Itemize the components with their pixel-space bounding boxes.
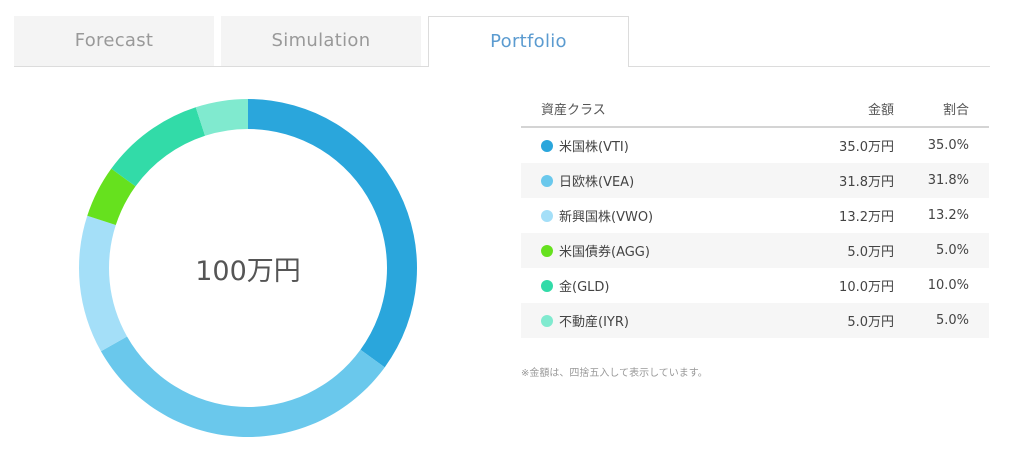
row-name-cell: 日欧株(VEA) [521,163,791,198]
tab-simulation[interactable]: Simulation [221,16,421,66]
tab-bar: Forecast Simulation Portfolio [14,16,990,67]
allocation-table: 資産クラス 金額 割合 米国株(VTI) 35.0万円 35.0% 日欧株(VE… [521,90,989,338]
row-name-cell: 米国債券(AGG) [521,233,791,268]
asset-ratio: 35.0% [894,127,989,163]
asset-name: 不動産(IYR) [559,315,629,330]
table-row: 日欧株(VEA) 31.8万円 31.8% [521,163,989,198]
asset-amount: 31.8万円 [791,163,894,198]
asset-name: 米国株(VTI) [559,140,629,155]
table-row: 金(GLD) 10.0万円 10.0% [521,268,989,303]
asset-amount: 10.0万円 [791,268,894,303]
asset-amount: 5.0万円 [791,233,894,268]
asset-ratio: 5.0% [894,233,989,268]
legend-dot-icon [541,245,553,257]
asset-ratio: 13.2% [894,198,989,233]
asset-amount: 5.0万円 [791,303,894,338]
donut-slice [79,215,128,352]
asset-amount: 13.2万円 [791,198,894,233]
allocation-donut-chart [79,99,417,437]
header-amount: 金額 [791,90,894,128]
table-header-row: 資産クラス 金額 割合 [521,90,989,128]
donut-slice [111,107,206,187]
asset-ratio: 10.0% [894,268,989,303]
asset-name: 新興国株(VWO) [559,210,654,225]
asset-amount: 35.0万円 [791,127,894,163]
table-row: 新興国株(VWO) 13.2万円 13.2% [521,198,989,233]
table-row: 米国株(VTI) 35.0万円 35.0% [521,127,989,163]
row-name-cell: 新興国株(VWO) [521,198,791,233]
row-name-cell: 金(GLD) [521,268,791,303]
donut-slice [248,99,417,368]
asset-name: 米国債券(AGG) [559,245,650,260]
row-name-cell: 米国株(VTI) [521,127,791,163]
asset-ratio: 31.8% [894,163,989,198]
header-ratio: 割合 [894,90,989,128]
tab-forecast[interactable]: Forecast [14,16,214,66]
asset-name: 日欧株(VEA) [559,175,635,190]
legend-dot-icon [541,175,553,187]
row-name-cell: 不動産(IYR) [521,303,791,338]
donut-slice [100,336,385,437]
donut-slice [195,99,248,136]
header-asset-class: 資産クラス [521,90,791,128]
asset-name: 金(GLD) [559,280,610,295]
legend-dot-icon [541,210,553,222]
rounding-footnote: ※金額は、四捨五入して表示しています。 [521,368,708,379]
table-row: 不動産(IYR) 5.0万円 5.0% [521,303,989,338]
legend-dot-icon [541,280,553,292]
table-row: 米国債券(AGG) 5.0万円 5.0% [521,233,989,268]
asset-ratio: 5.0% [894,303,989,338]
tab-portfolio[interactable]: Portfolio [428,16,629,67]
legend-dot-icon [541,315,553,327]
legend-dot-icon [541,140,553,152]
